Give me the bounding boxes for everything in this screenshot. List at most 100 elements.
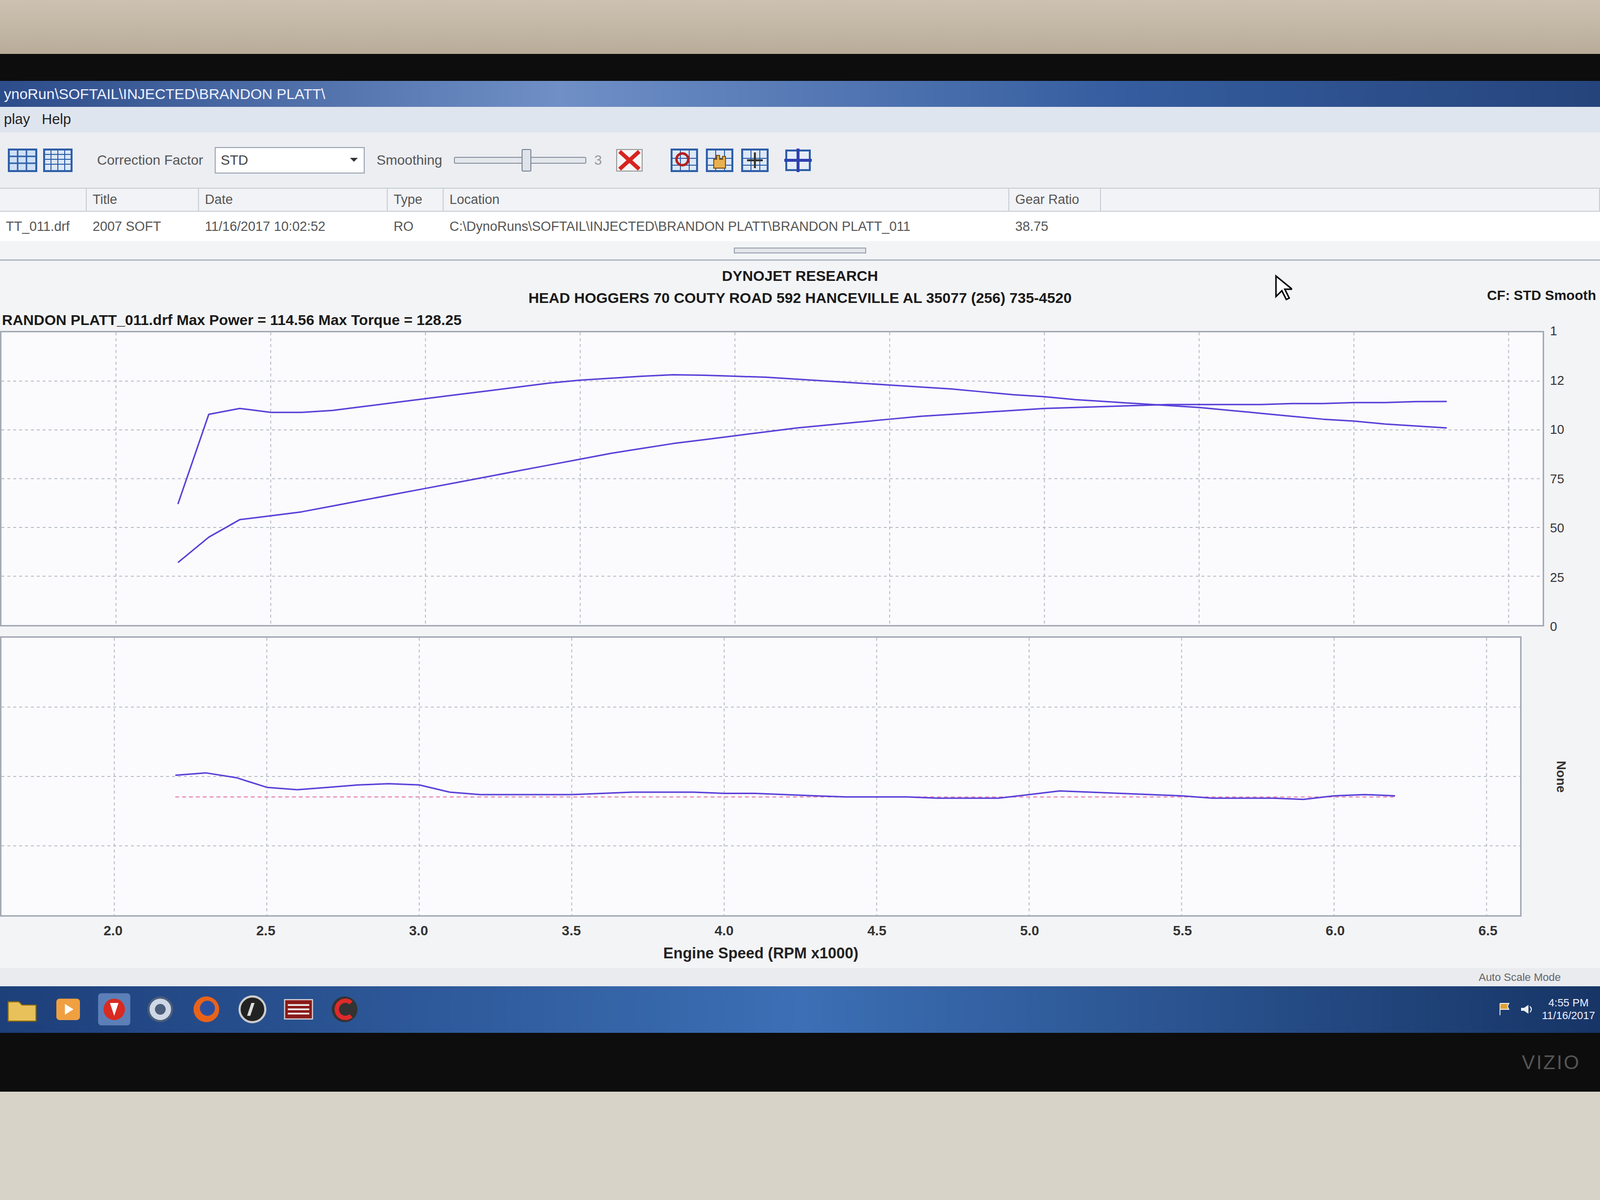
title-bar: ynoRun\SOFTAIL\INJECTED\BRANDON PLATT\ [0, 80, 1600, 107]
dropdown-icon [349, 156, 359, 164]
y-tick: 75 [1550, 469, 1565, 489]
status-bar: Auto Scale Mode [0, 968, 1600, 987]
splitter-grip[interactable] [733, 247, 867, 254]
clock-time: 4:55 PM [1542, 996, 1596, 1010]
grid-line [579, 332, 581, 625]
grid-line [1, 478, 1543, 480]
table-row[interactable]: TT_011.drf2007 SOFT11/16/2017 10:02:52RO… [0, 211, 1600, 242]
grid-line [1333, 637, 1335, 916]
y-axis: 112107550250 [1544, 330, 1600, 627]
grid-line [1198, 332, 1200, 625]
grid-line [418, 637, 420, 916]
table-cell: TT_011.drf [0, 211, 87, 242]
x-tick: 2.5 [256, 920, 276, 942]
header-cell[interactable]: Type [387, 188, 444, 212]
header-cell [0, 188, 87, 212]
grid-line [1180, 637, 1182, 916]
chart-company: DYNOJET RESEARCH [0, 260, 1600, 287]
toolbar: Correction Factor STD Smoothing 3 [0, 132, 1600, 189]
grid-line [1, 845, 1521, 847]
menu-bar: play Help [0, 106, 1600, 133]
dyno-curve [177, 401, 1447, 563]
system-tray: 4:55 PM 11/16/2017 [1497, 996, 1596, 1023]
menu-item[interactable]: play [3, 108, 30, 131]
x-ticks: 2.02.53.03.54.04.55.05.56.06.5 [0, 916, 1522, 942]
clock-date: 11/16/2017 [1542, 1009, 1596, 1023]
run-summary: RANDON PLATT_011.drf Max Power = 114.56 … [0, 308, 1600, 331]
volume-icon[interactable] [1519, 1001, 1535, 1017]
correction-select[interactable]: STD [214, 147, 365, 174]
power-torque-chart: 112107550250 [0, 330, 1600, 627]
grid-line [1, 575, 1543, 577]
tuner-icon[interactable] [235, 992, 270, 1027]
folder-icon[interactable] [4, 992, 40, 1027]
grid-line [270, 332, 272, 625]
x-tick: 2.0 [103, 920, 123, 942]
table-cell: 38.75 [1009, 211, 1101, 242]
grid-line [266, 637, 268, 916]
grid-line [115, 332, 117, 625]
smoothing-slider[interactable] [453, 156, 587, 164]
correction-label: Correction Factor [97, 150, 203, 171]
grid-line [723, 637, 725, 916]
smoothing-label: Smoothing [376, 150, 443, 171]
window-title: ynoRun\SOFTAIL\INJECTED\BRANDON PLATT\ [3, 82, 326, 105]
run-table: TitleDateTypeLocationGear Ratio TT_011.d… [0, 188, 1600, 242]
slider-thumb[interactable] [521, 149, 532, 172]
grid-line [889, 332, 891, 625]
table-cell: 11/16/2017 10:02:52 [199, 211, 388, 242]
y-tick: 25 [1550, 567, 1565, 587]
flag-icon[interactable] [1497, 1001, 1512, 1017]
x-tick: 5.0 [1020, 920, 1040, 942]
grid-line [1, 429, 1543, 431]
clock[interactable]: 4:55 PM 11/16/2017 [1542, 996, 1596, 1023]
afr-chart: None [0, 636, 1600, 917]
grid-line [1028, 637, 1030, 916]
grid-line [425, 332, 426, 625]
power-commander-icon[interactable] [281, 992, 316, 1027]
header-cell[interactable]: Title [86, 188, 200, 212]
mouse-pointer-icon [1274, 274, 1293, 301]
correction-value: STD [220, 150, 249, 171]
monitor-brand: VIZIO [0, 1032, 1600, 1092]
smoothing-value: 3 [594, 150, 602, 171]
afr-curve [175, 773, 1396, 800]
wall [0, 0, 1600, 54]
x-tick: 6.0 [1325, 920, 1345, 942]
pan-icon[interactable] [703, 146, 736, 175]
network-icon[interactable] [143, 992, 178, 1027]
dyno-app-icon[interactable] [97, 992, 132, 1027]
header-cell[interactable]: Location [443, 188, 1010, 212]
chart-settings: CF: STD Smooth [1487, 285, 1597, 306]
dyno-curve [177, 375, 1447, 505]
chart-address: HEAD HOGGERS 70 COUTY ROAD 592 HANCEVILL… [0, 286, 1600, 309]
table-cell: 2007 SOFT [86, 211, 200, 242]
media-player-icon[interactable] [50, 992, 86, 1027]
x-tick: 6.5 [1478, 920, 1498, 942]
afr-plot [1, 637, 1521, 916]
delete-icon[interactable] [613, 146, 646, 175]
table-view-icon[interactable] [42, 146, 74, 175]
grid-view-icon[interactable] [6, 146, 39, 175]
cursor-icon[interactable] [739, 146, 771, 175]
screen: ynoRun\SOFTAIL\INJECTED\BRANDON PLATT\ p… [0, 80, 1600, 1033]
x-tick: 4.0 [714, 920, 734, 942]
splitter[interactable] [0, 241, 1600, 261]
cycle-app-icon[interactable] [327, 992, 362, 1027]
grid-line [1353, 332, 1355, 625]
table-cell [1100, 211, 1600, 242]
header-cell[interactable]: Gear Ratio [1009, 188, 1101, 212]
table-cell: C:\DynoRuns\SOFTAIL\INJECTED\BRANDON PLA… [443, 211, 1010, 242]
y-tick: 0 [1550, 617, 1557, 637]
firefox-icon[interactable] [189, 992, 224, 1027]
monitor: ynoRun\SOFTAIL\INJECTED\BRANDON PLATT\ p… [0, 53, 1600, 1092]
crosshair-icon[interactable] [782, 146, 814, 175]
x-tick: 4.5 [867, 920, 887, 942]
y-tick: 12 [1550, 370, 1565, 390]
menu-item[interactable]: Help [41, 108, 72, 131]
plot-area [0, 636, 1522, 917]
header-cell[interactable]: Date [199, 188, 388, 212]
zoom-icon[interactable] [668, 146, 700, 175]
taskbar: 4:55 PM 11/16/2017 [0, 986, 1600, 1033]
grid-line [113, 637, 115, 916]
